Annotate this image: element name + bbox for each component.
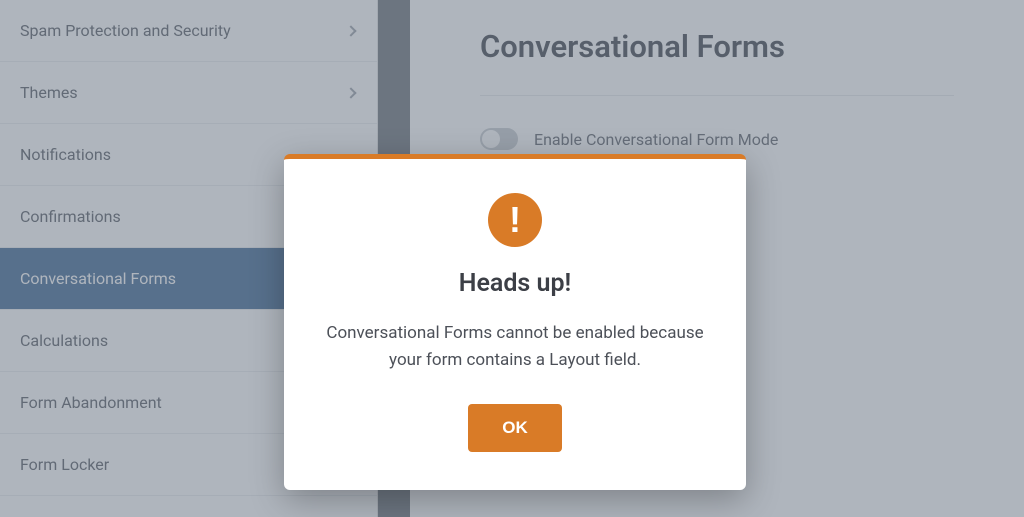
modal-message: Conversational Forms cannot be enabled b… [320,320,710,374]
modal-title: Heads up! [320,269,710,298]
warning-icon: ! [488,193,542,247]
exclamation-icon: ! [509,202,521,238]
ok-button[interactable]: OK [468,404,562,452]
alert-modal: ! Heads up! Conversational Forms cannot … [284,154,746,490]
